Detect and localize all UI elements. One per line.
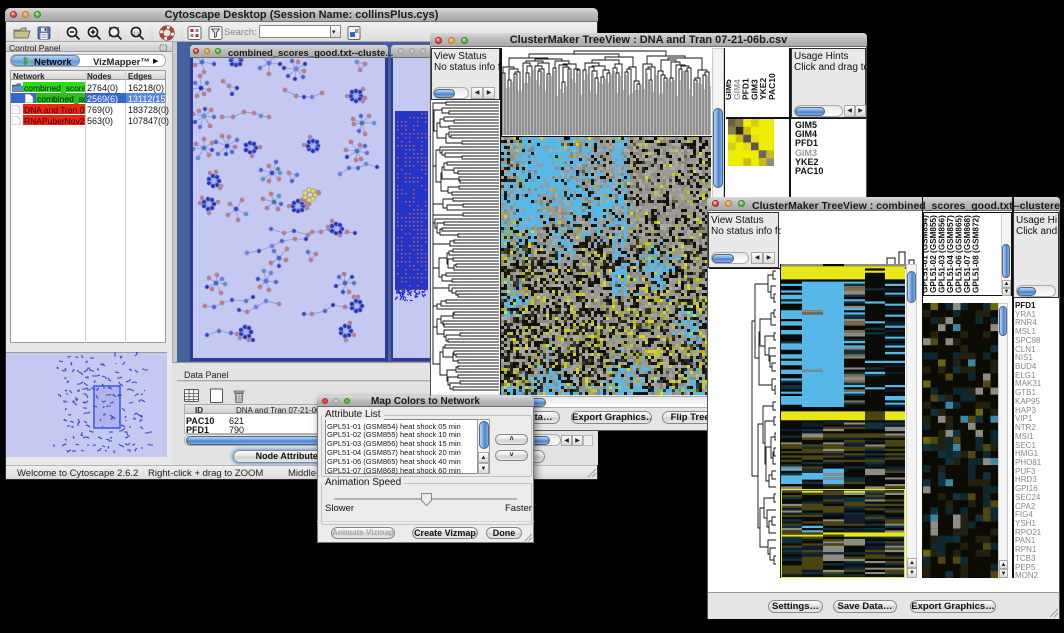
svg-text:PAC10: PAC10: [767, 73, 777, 100]
svg-text:1:1: 1:1: [133, 31, 140, 36]
svg-text:GPL51-08 (GSM872): GPL51-08 (GSM872): [972, 215, 981, 293]
